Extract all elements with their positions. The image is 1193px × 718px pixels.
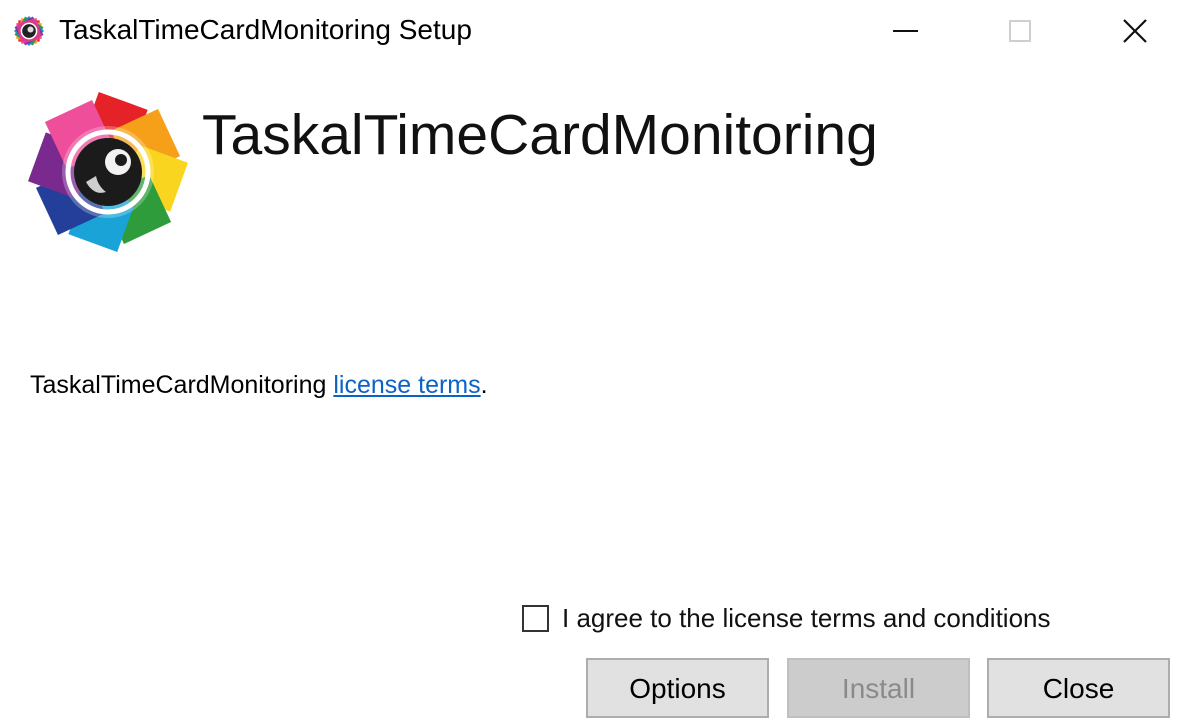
- agree-checkbox[interactable]: [522, 604, 549, 632]
- product-logo-icon: [28, 92, 188, 252]
- window-title: TaskalTimeCardMonitoring Setup: [59, 14, 472, 45]
- close-icon: [1123, 19, 1147, 43]
- close-button[interactable]: Close: [987, 658, 1170, 718]
- license-terms-link[interactable]: license terms: [333, 371, 480, 399]
- maximize-icon: [1009, 20, 1031, 42]
- license-prefix: TaskalTimeCardMonitoring: [30, 371, 334, 399]
- agree-label[interactable]: I agree to the license terms and conditi…: [562, 601, 1051, 635]
- license-suffix: .: [480, 371, 488, 399]
- license-line: TaskalTimeCardMonitoring license terms.: [30, 368, 488, 402]
- install-button[interactable]: Install: [787, 658, 970, 718]
- minimize-button[interactable]: [845, 4, 965, 58]
- app-logo-icon: [13, 15, 45, 47]
- maximize-button[interactable]: [960, 4, 1080, 58]
- options-button[interactable]: Options: [586, 658, 769, 718]
- minimize-icon: [892, 30, 918, 32]
- close-window-button[interactable]: [1075, 4, 1193, 58]
- product-title: TaskalTimeCardMonitoring: [202, 103, 878, 167]
- title-bar[interactable]: TaskalTimeCardMonitoring Setup: [0, 0, 1193, 62]
- agree-row[interactable]: I agree to the license terms and conditi…: [522, 600, 1051, 636]
